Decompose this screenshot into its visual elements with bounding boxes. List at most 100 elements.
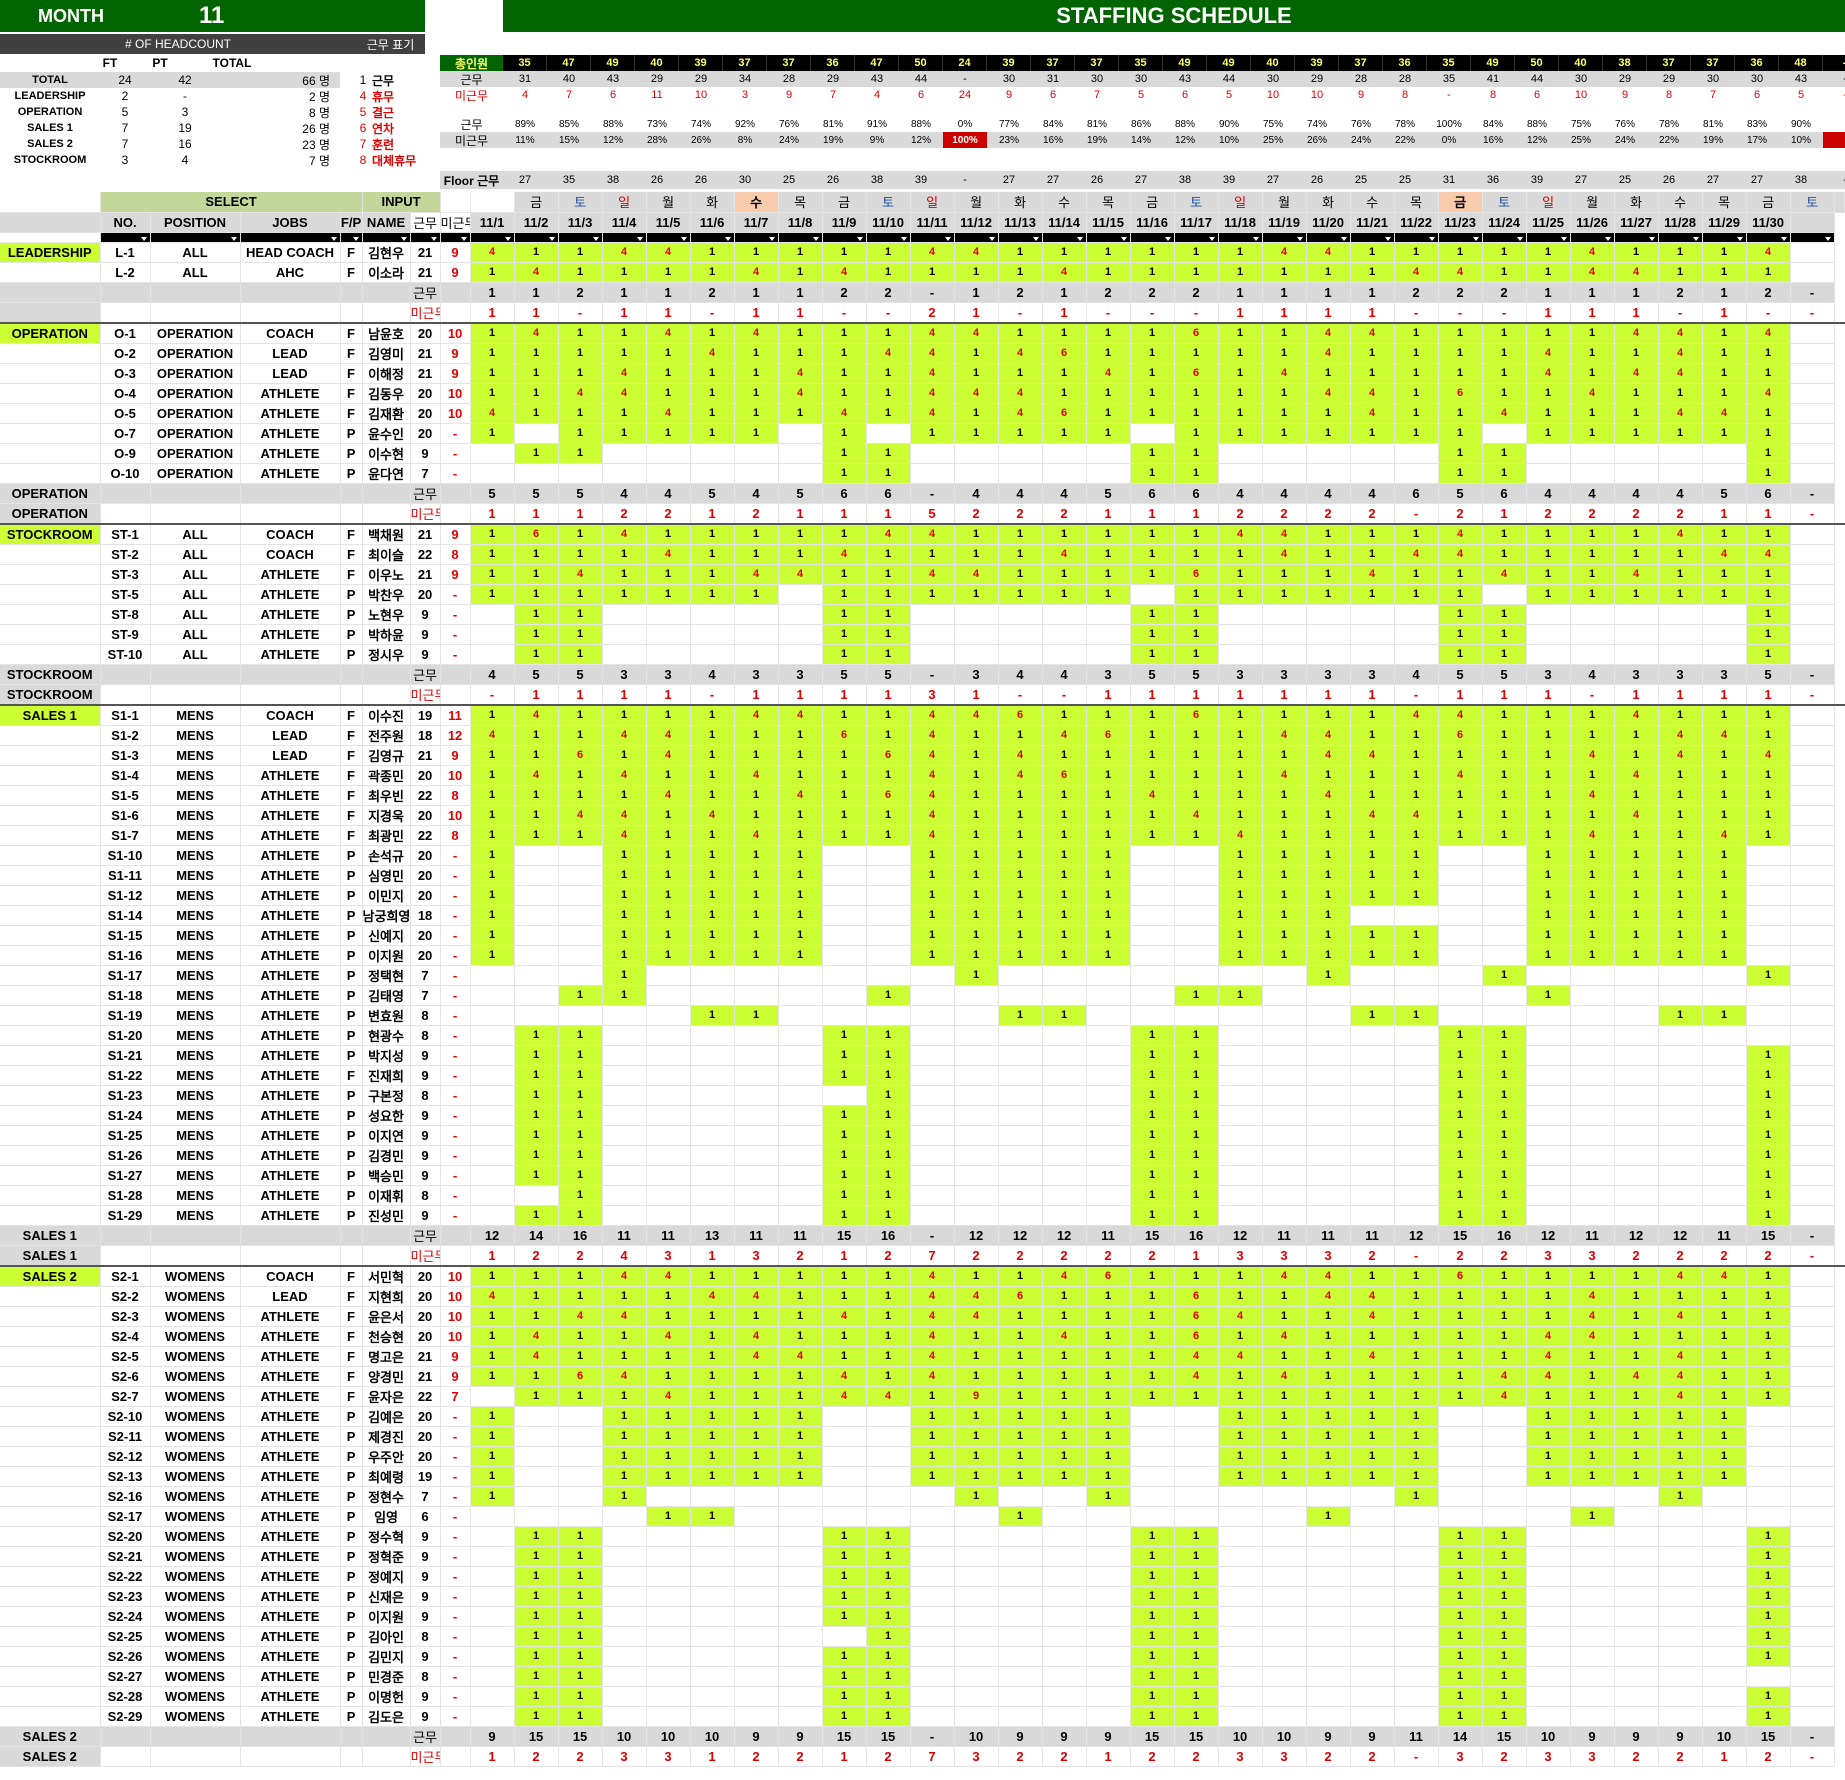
day-cell[interactable] bbox=[998, 1526, 1043, 1547]
day-cell[interactable]: 1 bbox=[1702, 704, 1747, 726]
day-cell[interactable] bbox=[822, 985, 867, 1006]
day-cell[interactable]: 1 bbox=[558, 1606, 603, 1627]
day-cell[interactable]: 1 bbox=[866, 262, 911, 283]
day-cell[interactable]: 4 bbox=[602, 1265, 647, 1287]
day-cell[interactable]: 6 bbox=[998, 704, 1043, 726]
day-cell[interactable]: 1 bbox=[734, 845, 779, 866]
day-cell[interactable]: 4 bbox=[1262, 242, 1307, 263]
day-cell[interactable] bbox=[1702, 1606, 1747, 1627]
day-cell[interactable] bbox=[1526, 1586, 1571, 1607]
day-cell[interactable]: 1 bbox=[866, 1586, 911, 1607]
day-cell[interactable]: 1 bbox=[822, 1145, 867, 1166]
day-cell[interactable] bbox=[1658, 1626, 1703, 1647]
staff-fp[interactable]: P bbox=[340, 1025, 363, 1046]
day-cell[interactable] bbox=[1394, 1085, 1439, 1106]
day-cell[interactable]: 4 bbox=[1306, 322, 1351, 344]
day-cell[interactable] bbox=[734, 1065, 779, 1086]
day-cell[interactable]: 1 bbox=[1130, 624, 1175, 645]
day-cell[interactable]: 4 bbox=[1570, 745, 1615, 766]
day-cell[interactable]: 1 bbox=[1570, 584, 1615, 605]
day-cell[interactable]: 1 bbox=[1746, 1686, 1791, 1707]
day-cell[interactable] bbox=[558, 1426, 603, 1447]
day-cell[interactable] bbox=[1086, 1005, 1131, 1026]
day-cell[interactable]: 1 bbox=[646, 1506, 691, 1527]
day-cell[interactable] bbox=[514, 1426, 559, 1447]
day-cell[interactable]: 1 bbox=[778, 725, 823, 746]
day-cell[interactable] bbox=[1526, 604, 1571, 625]
staff-name[interactable]: 신예지 bbox=[362, 925, 411, 946]
day-cell[interactable]: 1 bbox=[1394, 1326, 1439, 1347]
day-cell[interactable] bbox=[514, 1406, 559, 1427]
day-cell[interactable]: 1 bbox=[1042, 1286, 1087, 1307]
staff-job[interactable]: LEAD bbox=[240, 1286, 341, 1307]
day-cell[interactable] bbox=[690, 1626, 735, 1647]
day-cell[interactable]: 1 bbox=[822, 564, 867, 585]
staff-position[interactable]: WOMENS bbox=[150, 1566, 241, 1587]
day-cell[interactable]: 1 bbox=[1570, 322, 1615, 344]
day-cell[interactable]: 1 bbox=[954, 945, 999, 966]
day-cell[interactable] bbox=[1306, 1566, 1351, 1587]
day-cell[interactable] bbox=[1218, 1706, 1263, 1727]
day-cell[interactable] bbox=[1174, 1466, 1219, 1487]
day-cell[interactable] bbox=[602, 1045, 647, 1066]
day-cell[interactable]: 1 bbox=[1086, 885, 1131, 906]
day-cell[interactable]: 4 bbox=[1482, 564, 1527, 585]
day-cell[interactable] bbox=[1614, 1686, 1659, 1707]
day-cell[interactable] bbox=[1394, 604, 1439, 625]
day-cell[interactable]: 1 bbox=[646, 564, 691, 585]
day-cell[interactable]: 1 bbox=[1482, 1686, 1527, 1707]
day-cell[interactable]: 1 bbox=[998, 423, 1043, 444]
staff-fp[interactable]: F bbox=[340, 1065, 363, 1086]
day-cell[interactable] bbox=[1746, 925, 1791, 946]
day-cell[interactable] bbox=[602, 1686, 647, 1707]
day-cell[interactable]: 1 bbox=[866, 1326, 911, 1347]
day-cell[interactable]: 1 bbox=[998, 1346, 1043, 1367]
day-cell[interactable]: 1 bbox=[1262, 564, 1307, 585]
day-cell[interactable]: 4 bbox=[602, 523, 647, 545]
day-cell[interactable] bbox=[1790, 1586, 1835, 1607]
day-cell[interactable]: 1 bbox=[690, 544, 735, 565]
day-cell[interactable]: 1 bbox=[1306, 1426, 1351, 1447]
day-cell[interactable]: 1 bbox=[646, 1346, 691, 1367]
day-cell[interactable] bbox=[1702, 1666, 1747, 1687]
day-cell[interactable] bbox=[1570, 1045, 1615, 1066]
day-cell[interactable]: 1 bbox=[866, 1526, 911, 1547]
day-cell[interactable]: 1 bbox=[1306, 805, 1351, 826]
day-cell[interactable] bbox=[646, 604, 691, 625]
staff-position[interactable]: ALL bbox=[150, 624, 241, 645]
day-cell[interactable]: 4 bbox=[954, 322, 999, 344]
day-cell[interactable]: 1 bbox=[514, 644, 559, 665]
day-cell[interactable]: 1 bbox=[1306, 1406, 1351, 1427]
day-cell[interactable]: 1 bbox=[822, 1045, 867, 1066]
day-cell[interactable] bbox=[1790, 1145, 1835, 1166]
day-cell[interactable] bbox=[910, 1125, 955, 1146]
day-cell[interactable]: 1 bbox=[822, 624, 867, 645]
day-cell[interactable] bbox=[734, 1025, 779, 1046]
day-cell[interactable]: 1 bbox=[1570, 523, 1615, 545]
day-cell[interactable]: 1 bbox=[822, 745, 867, 766]
day-cell[interactable]: 1 bbox=[470, 785, 515, 806]
day-cell[interactable]: 1 bbox=[1746, 604, 1791, 625]
day-cell[interactable]: 1 bbox=[646, 363, 691, 384]
day-cell[interactable]: 1 bbox=[778, 905, 823, 926]
day-cell[interactable] bbox=[1086, 1045, 1131, 1066]
day-cell[interactable]: 1 bbox=[1042, 423, 1087, 444]
day-cell[interactable] bbox=[910, 1686, 955, 1707]
day-cell[interactable]: 1 bbox=[1526, 1406, 1571, 1427]
day-cell[interactable]: 1 bbox=[690, 785, 735, 806]
day-cell[interactable] bbox=[1438, 1406, 1483, 1427]
day-cell[interactable]: 1 bbox=[1482, 1025, 1527, 1046]
day-cell[interactable]: 1 bbox=[954, 765, 999, 786]
day-cell[interactable]: 1 bbox=[558, 1145, 603, 1166]
day-cell[interactable]: 1 bbox=[1130, 343, 1175, 364]
staff-position[interactable]: OPERATION bbox=[150, 322, 241, 344]
dropdown-arrow-icon[interactable] bbox=[400, 236, 407, 241]
staff-fp[interactable]: F bbox=[340, 725, 363, 746]
day-cell[interactable]: 1 bbox=[1394, 363, 1439, 384]
day-cell[interactable]: 4 bbox=[690, 1286, 735, 1307]
day-cell[interactable]: 1 bbox=[690, 1326, 735, 1347]
day-cell[interactable]: 1 bbox=[998, 1306, 1043, 1327]
day-cell[interactable] bbox=[910, 443, 955, 464]
day-cell[interactable] bbox=[1042, 1546, 1087, 1567]
day-cell[interactable]: 1 bbox=[470, 423, 515, 444]
